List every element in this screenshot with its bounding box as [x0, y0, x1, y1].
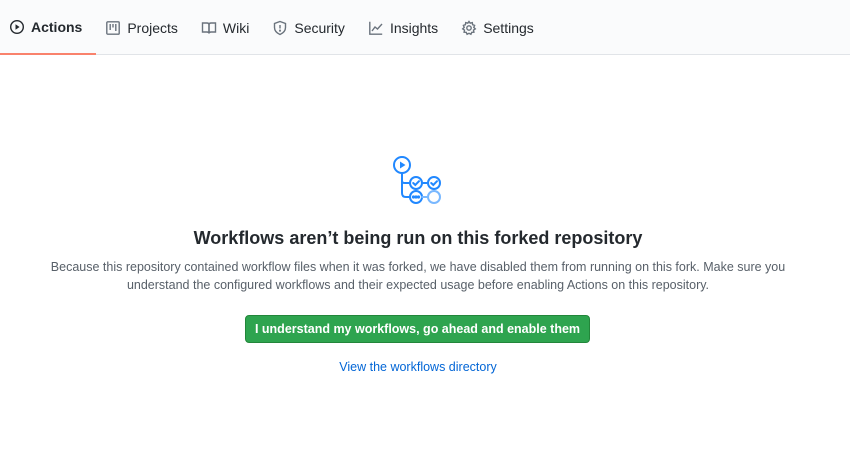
gear-icon	[461, 19, 477, 35]
tab-label: Projects	[127, 19, 178, 36]
blankslate-description: Because this repository contained workfl…	[50, 260, 786, 292]
tab-projects[interactable]: Projects	[96, 0, 192, 55]
book-icon	[201, 21, 217, 34]
repo-tab-nav: Actions Projects Wiki Security Insights …	[0, 0, 850, 55]
tab-label: Actions	[31, 18, 83, 35]
tab-insights[interactable]: Insights	[359, 0, 452, 55]
tab-actions[interactable]: Actions	[0, 0, 97, 55]
tab-settings[interactable]: Settings	[452, 0, 548, 55]
shield-icon	[274, 20, 287, 35]
tab-label: Wiki	[222, 19, 250, 36]
tab-wiki[interactable]: Wiki	[192, 0, 263, 55]
blankslate-title: Workflows aren’t being run on this forke…	[193, 228, 643, 248]
project-board-icon	[106, 20, 121, 35]
workflow-illustration-icon	[393, 156, 441, 204]
tab-label: Settings	[483, 19, 534, 36]
workflows-directory-link[interactable]: View the workflows directory	[0, 360, 836, 374]
tab-security[interactable]: Security	[263, 0, 359, 55]
graph-icon	[369, 21, 383, 35]
tab-label: Security	[294, 19, 345, 36]
enable-workflows-button[interactable]: I understand my workflows, go ahead and …	[245, 315, 590, 343]
tab-label: Insights	[389, 19, 439, 36]
play-circle-icon	[9, 19, 25, 34]
